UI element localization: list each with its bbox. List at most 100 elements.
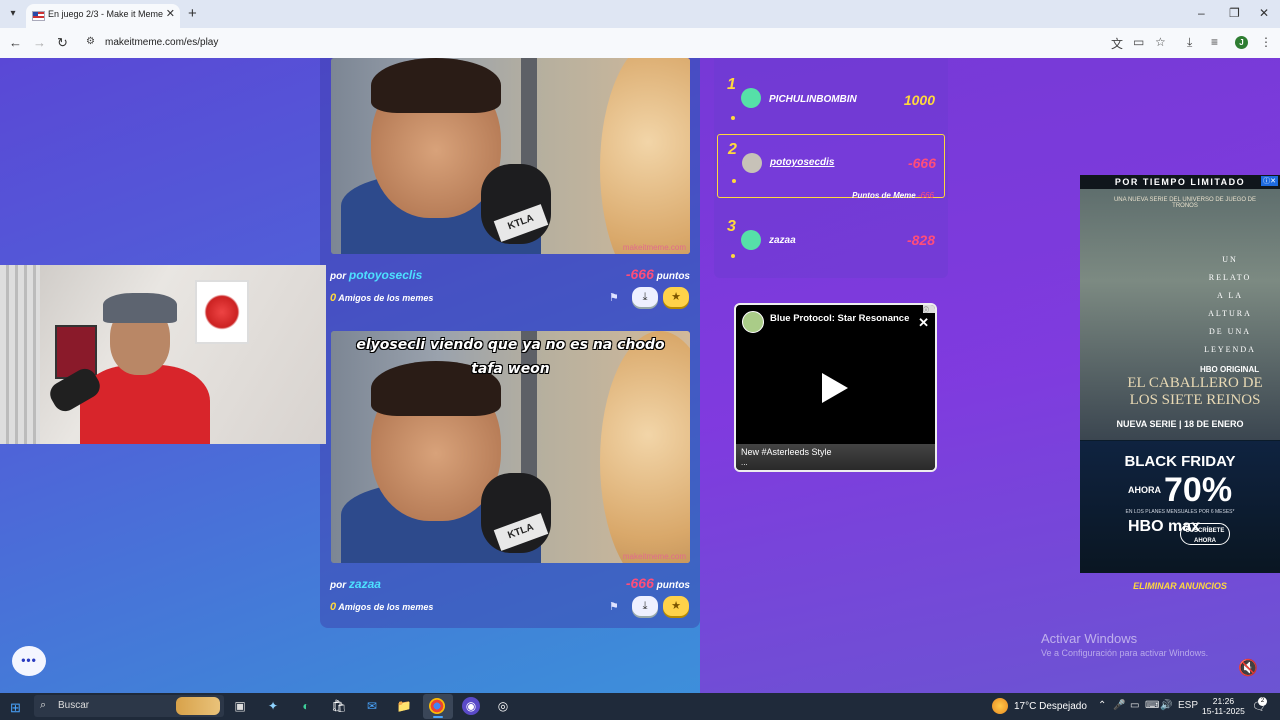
tab-search-icon[interactable]: ▾ — [4, 5, 22, 23]
task-view-icon[interactable]: ▣ — [231, 697, 249, 715]
meme-1-score: -666 — [625, 266, 654, 282]
player-score: -828 — [906, 232, 935, 248]
translate-icon[interactable]: ⽂ — [1111, 35, 1123, 52]
reload-icon[interactable]: ↻ — [57, 35, 68, 51]
profile-avatar[interactable]: J — [1235, 36, 1248, 49]
friends-label: Amigos de los memes — [338, 602, 434, 612]
report-flag-icon[interactable]: ⚑ — [609, 291, 619, 304]
tab-bar: ▾ En juego 2/3 - Make it Meme ✕ + – ❐ ✕ — [0, 0, 1280, 28]
meme-image-1[interactable]: KTLA makeitmeme.com — [331, 58, 690, 254]
clock-date: 15-11-2025 — [1202, 706, 1245, 716]
copilot-icon[interactable]: ✦ — [264, 697, 282, 715]
meme-1-meta: por potoyoseclis -666 puntos — [330, 264, 690, 284]
reporter — [600, 58, 690, 254]
mail-icon[interactable]: ✉ — [363, 697, 381, 715]
weather-text[interactable]: 17°C Despejado — [1014, 701, 1087, 712]
url-text[interactable]: makeitmeme.com/es/play — [105, 37, 218, 48]
video-caption: New #Asterleeds Style — [741, 447, 832, 457]
meme-1-author-link[interactable]: potoyoseclis — [349, 268, 422, 282]
player-name: PICHULINBOMBIN — [769, 94, 857, 105]
leaderboard-row-current[interactable]: 2 potoyosecdis -666 Puntos de Meme -666 — [717, 134, 945, 200]
por-label: por — [330, 580, 347, 591]
ad-info-icon[interactable]: ⓘ — [923, 305, 935, 314]
meme-2-meta: por zazaa -666 puntos — [330, 573, 690, 593]
activate-windows-subtitle: Ve a Configuración para activar Windows. — [1041, 648, 1209, 658]
side-advertisement[interactable]: POR TIEMPO LIMITADO ⓘ✕ UNA NUEVA SERIE D… — [1080, 175, 1280, 573]
video-ad[interactable]: Blue Protocol: Star Resonance ⓘ ✕ New #A… — [734, 303, 937, 472]
ad-info-icon[interactable]: ⓘ✕ — [1261, 176, 1278, 186]
remove-ads-link[interactable]: ELIMINAR ANUNCIOS — [1080, 581, 1280, 591]
meme-1-friends: 0 Amigos de los memes — [330, 292, 433, 304]
player-avatar — [742, 153, 762, 173]
edge-icon[interactable]: ◐ — [297, 697, 315, 715]
install-app-icon[interactable]: ▭ — [1133, 35, 1144, 49]
game-page: KTLA makeitmeme.com por potoyoseclis -66… — [0, 58, 1280, 693]
bookmark-star-icon[interactable]: ☆ — [1155, 35, 1166, 49]
taskbar-search[interactable]: ⌕ Buscar — [34, 695, 224, 717]
ad-header: POR TIEMPO LIMITADO — [1080, 175, 1280, 189]
meme-2-author-link[interactable]: zazaa — [349, 577, 381, 591]
meme-caption: elyosecli viendo que ya no es na chodo t… — [356, 337, 665, 377]
watermark: makeitmeme.com — [622, 552, 686, 561]
file-explorer-icon[interactable]: 📁 — [395, 697, 413, 715]
system-clock[interactable]: 21:26 15-11-2025 — [1202, 696, 1245, 716]
download-icon[interactable]: ⤓ — [1187, 35, 1192, 50]
activate-windows-title: Activar Windows — [1041, 631, 1138, 646]
site-info-icon[interactable]: ⚙ — [86, 36, 95, 47]
restore-button[interactable]: ❐ — [1229, 6, 1240, 20]
player-score: -666 — [907, 155, 936, 171]
menu-dots-icon[interactable]: ⋮ — [1260, 35, 1272, 49]
clock-time: 21:26 — [1212, 696, 1235, 706]
search-highlight-image — [176, 697, 220, 715]
rank-number: 1 — [727, 76, 736, 93]
address-bar: ← → ↻ ⚙ makeitmeme.com/es/play ⽂ ▭ ☆ ⤓ ≡… — [0, 28, 1280, 59]
report-flag-icon[interactable]: ⚑ — [609, 600, 619, 613]
store-icon[interactable]: 🛍 — [330, 697, 348, 715]
windows-start-icon[interactable]: ⊞ — [10, 700, 21, 716]
network-icon[interactable]: ⌨ — [1145, 700, 1159, 711]
language-indicator[interactable]: ESP — [1178, 700, 1198, 711]
windows-taskbar: ⊞ ⌕ Buscar ▣ ✦ ◐ 🛍 ✉ 📁 ◉ ◎ 17°C Despejad… — [0, 693, 1280, 720]
search-icon: ⌕ — [40, 699, 47, 711]
favorite-meme-button[interactable]: ★ — [663, 596, 689, 616]
score-unit: puntos — [656, 271, 690, 282]
reading-list-icon[interactable]: ≡ — [1211, 35, 1218, 49]
mute-icon[interactable]: 🔇 — [1238, 658, 1258, 678]
notification-badge: 2 — [1258, 697, 1267, 706]
close-window-button[interactable]: ✕ — [1259, 6, 1269, 20]
microphone-icon[interactable]: 🎤 — [1113, 700, 1125, 711]
chrome-icon[interactable] — [429, 698, 445, 714]
subscribe-button[interactable]: SUSCRÍBETE AHORA — [1180, 523, 1230, 545]
ad-poem: UN RELATO A LA ALTURA DE UNA LEYENDA — [1204, 255, 1256, 354]
back-icon[interactable]: ← — [9, 35, 22, 50]
friends-count: 0 — [330, 601, 337, 613]
save-meme-button[interactable]: ⤓ — [632, 596, 658, 616]
video-title: Blue Protocol: Star Resonance — [770, 313, 910, 324]
favorite-meme-button[interactable]: ★ — [663, 287, 689, 307]
leaderboard-row[interactable]: 3 zazaa -828 — [717, 208, 943, 270]
browser-tab[interactable]: En juego 2/3 - Make it Meme ✕ — [26, 4, 180, 28]
chat-bubble-button[interactable]: ••• — [12, 646, 46, 676]
url-box[interactable] — [80, 31, 1110, 54]
close-icon[interactable]: ✕ — [918, 315, 929, 331]
meme-image-2[interactable]: KTLA elyosecli viendo que ya no es na ch… — [331, 331, 690, 563]
player-avatar — [741, 88, 761, 108]
close-tab-icon[interactable]: ✕ — [166, 7, 175, 20]
player-avatar — [741, 230, 761, 250]
forward-icon[interactable]: → — [33, 35, 46, 50]
new-tab-icon[interactable]: + — [188, 5, 197, 22]
play-icon[interactable] — [822, 373, 848, 403]
leaderboard-row[interactable]: 1 PICHULINBOMBIN 1000 — [717, 68, 943, 130]
chevron-up-icon[interactable]: ⌃ — [1098, 700, 1106, 711]
save-meme-button[interactable]: ⤓ — [632, 287, 658, 307]
display-icon[interactable]: ▭ — [1130, 700, 1139, 711]
search-placeholder: Buscar — [58, 700, 90, 711]
meme-2-friends: 0 Amigos de los memes — [330, 601, 433, 613]
minimize-button[interactable]: – — [1198, 6, 1205, 20]
meme-2-score: -666 — [625, 575, 654, 591]
discord-icon[interactable]: ◉ — [462, 697, 480, 715]
volume-icon[interactable]: 🔊 — [1160, 700, 1172, 711]
obs-icon[interactable]: ◎ — [494, 697, 512, 715]
rank-number: 2 — [728, 141, 737, 158]
weather-icon[interactable] — [992, 698, 1008, 714]
